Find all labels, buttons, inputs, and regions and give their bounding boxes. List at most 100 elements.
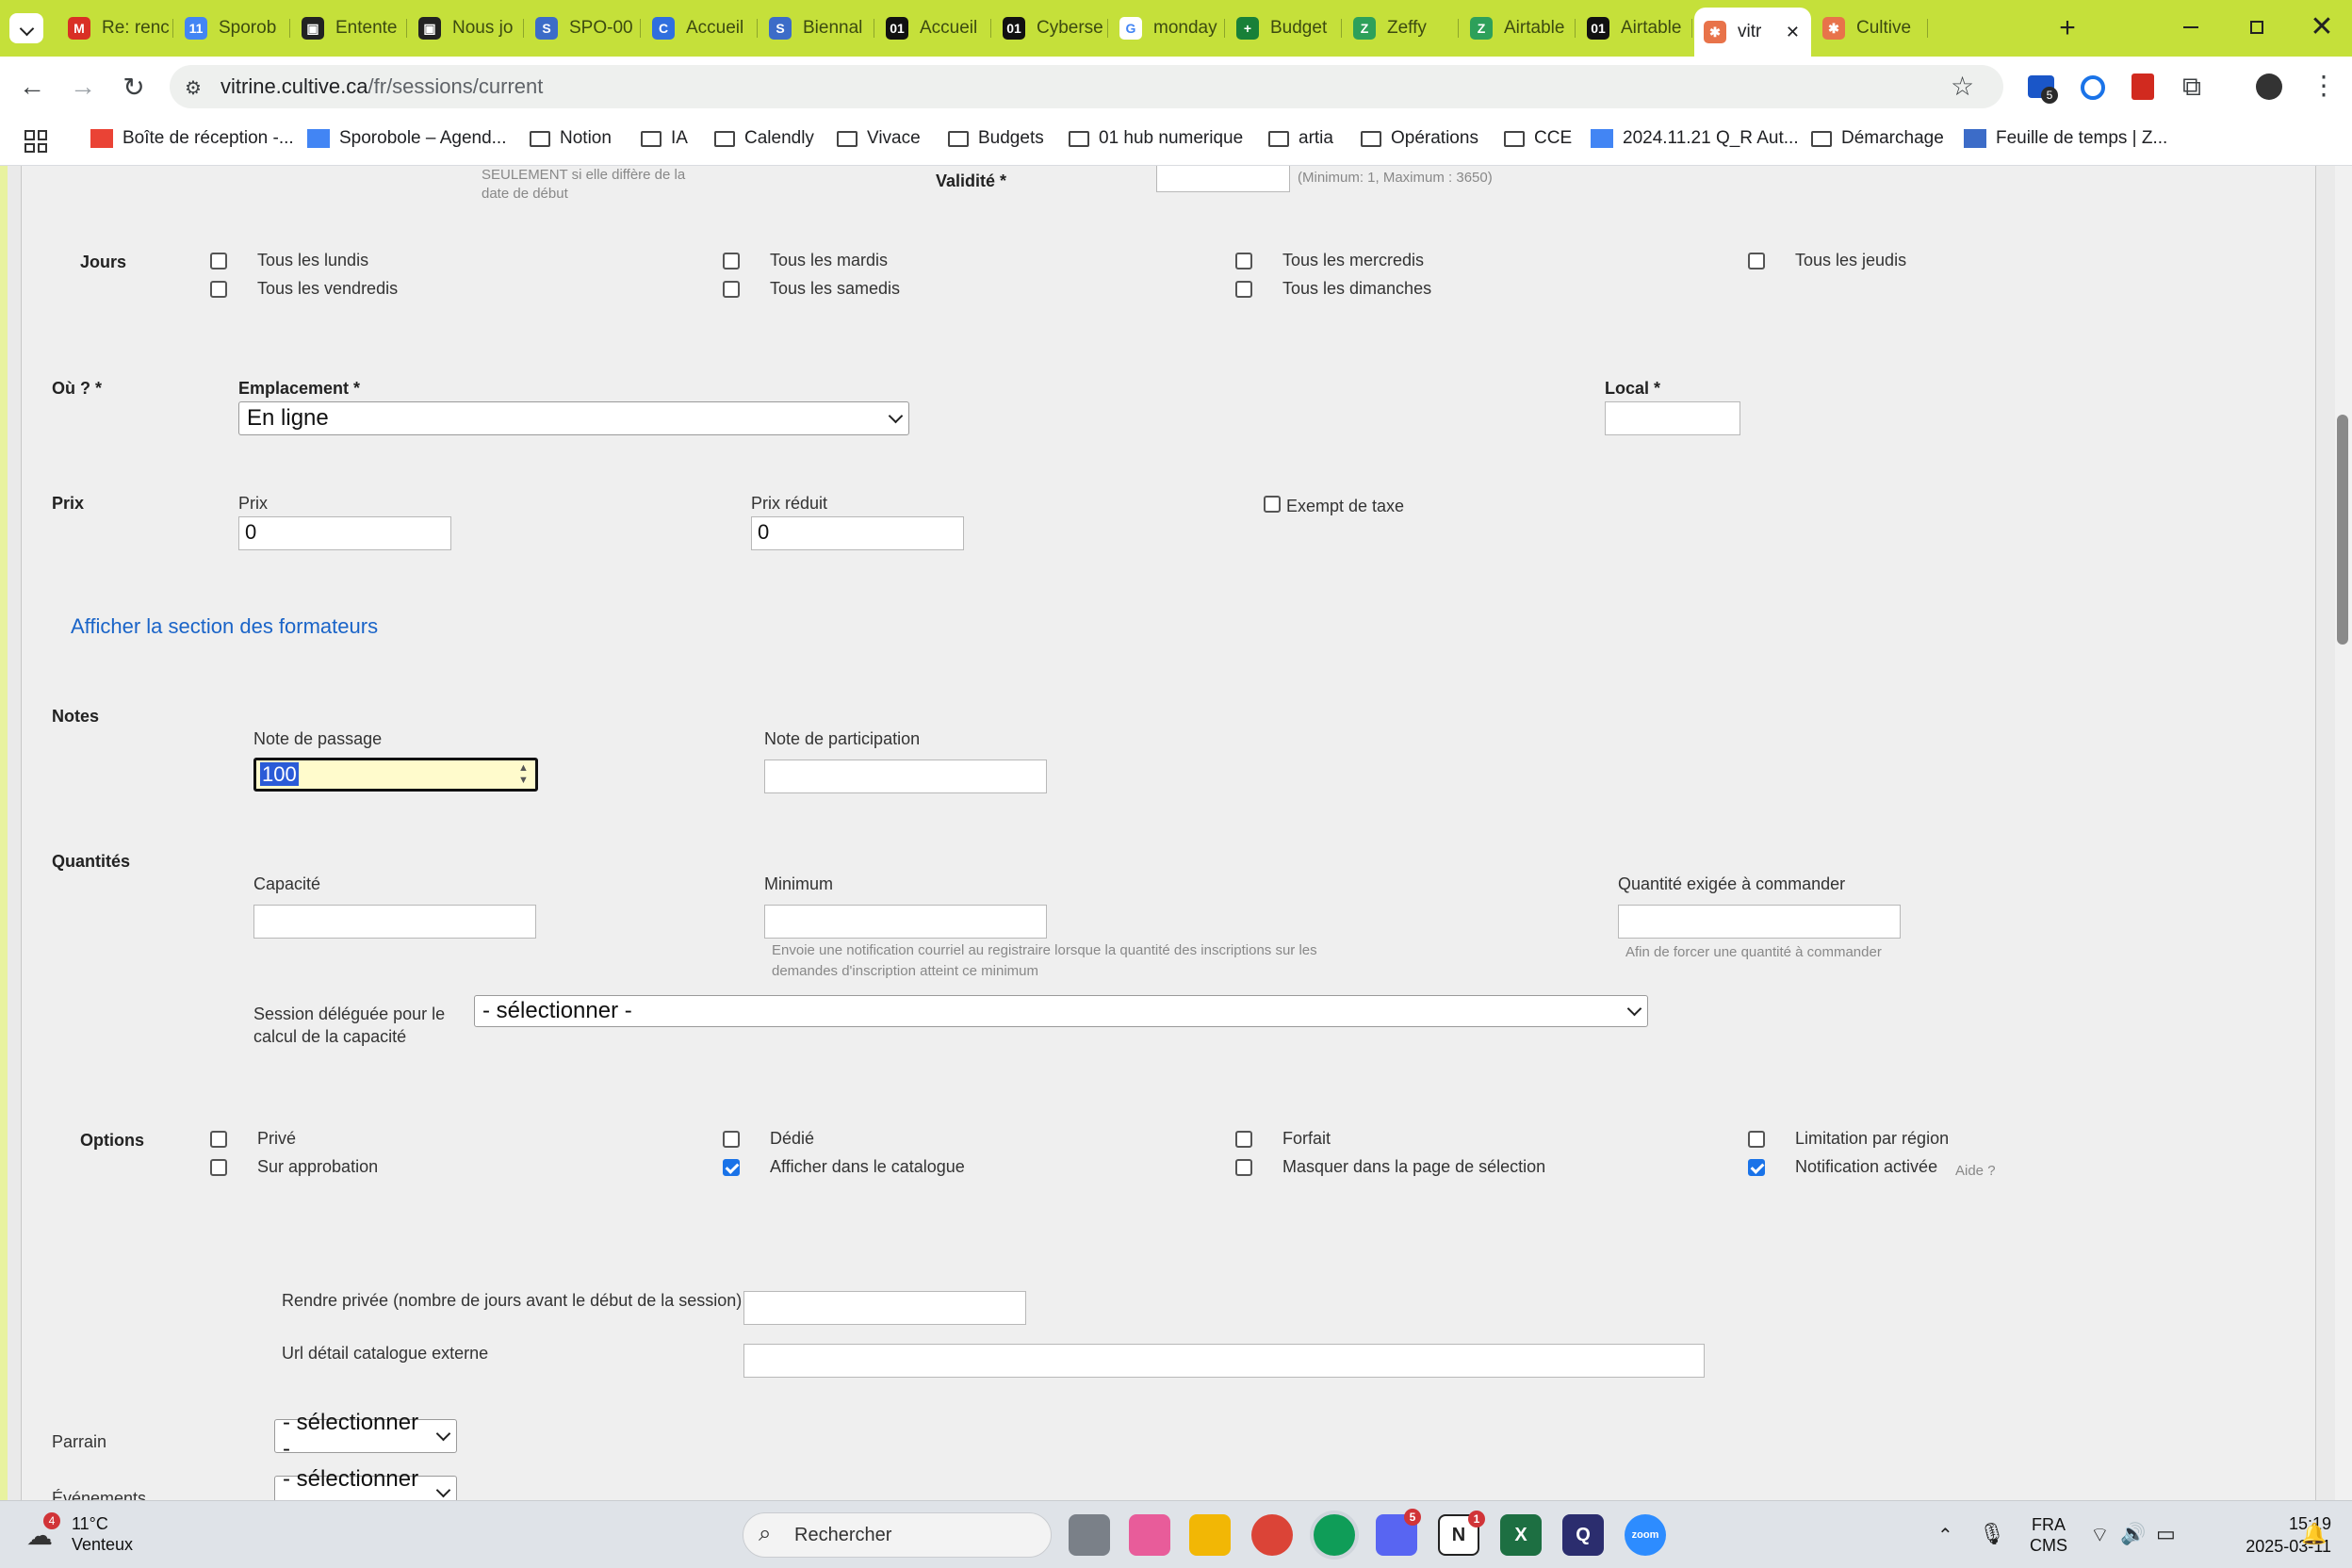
address-bar[interactable]: ⚙ vitrine.cultive.ca/fr/sessions/current… [170, 65, 2003, 108]
note-passage-input[interactable]: 100 ▲ ▼ [253, 758, 538, 792]
extension-tab-manager-icon[interactable]: 5 [2028, 75, 2058, 104]
bookmark-item[interactable]: 01 hub numerique [1069, 128, 1243, 149]
notion-icon[interactable]: N 1 [1438, 1511, 1485, 1556]
bookmark-item[interactable]: IA [641, 128, 688, 149]
browser-tab[interactable]: Z Zeffy [1344, 9, 1459, 47]
jour-checkbox[interactable] [210, 253, 227, 270]
prix-input[interactable]: 0 [238, 516, 451, 550]
bookmark-item[interactable]: Feuille de temps | Z... [1964, 128, 2167, 149]
option-checkbox[interactable] [723, 1159, 740, 1176]
option-checkbox[interactable] [1748, 1159, 1765, 1176]
browser-tab[interactable]: C Accueil [643, 9, 758, 47]
jour-checkbox[interactable] [210, 281, 227, 298]
jour-checkbox[interactable] [1235, 253, 1252, 270]
evenements-select[interactable]: - sélectionner - [274, 1466, 457, 1500]
browser-tab[interactable]: S Biennal [760, 9, 874, 47]
bookmark-item[interactable]: CCE [1504, 128, 1572, 149]
browser-tab[interactable]: Gmonday [1110, 9, 1225, 47]
spinner-arrows-icon[interactable]: ▲ ▼ [518, 762, 529, 787]
chrome-icon[interactable] [1251, 1514, 1293, 1556]
tab-search-button[interactable] [9, 13, 43, 43]
option-checkbox[interactable] [1235, 1131, 1252, 1148]
volume-icon[interactable]: 🔊 [2120, 1522, 2146, 1546]
jour-checkbox[interactable] [1235, 281, 1252, 298]
quantite-exigee-input[interactable] [1618, 905, 1901, 939]
browser-tab[interactable]: ▣ Entente [292, 9, 407, 47]
aide-link[interactable]: Aide ? [1955, 1163, 1996, 1179]
browser-tab[interactable]: ▣ Nous jo [409, 9, 524, 47]
taskbar-search[interactable]: ⌕ Rechercher [743, 1512, 1052, 1558]
url-text[interactable]: vitrine.cultive.ca/fr/sessions/current [220, 74, 543, 99]
start-button[interactable] [686, 1514, 727, 1556]
browser-tab[interactable]: M Re: renc [58, 9, 173, 47]
bookmark-item[interactable]: Opérations [1361, 128, 1478, 149]
close-tab-icon[interactable]: ✕ [1786, 23, 1800, 42]
rendre-privee-input[interactable] [743, 1291, 1026, 1325]
pdf-extension-icon[interactable] [2132, 74, 2154, 100]
minimize-button[interactable] [2177, 13, 2205, 41]
browser-tab[interactable]: + Budget [1227, 9, 1342, 47]
input-language[interactable]: FRA CMS [2030, 1514, 2067, 1556]
jour-checkbox[interactable] [723, 253, 740, 270]
note-participation-input[interactable] [764, 760, 1047, 793]
bookmark-item[interactable]: Boîte de réception -... [90, 128, 294, 149]
jour-checkbox[interactable] [1748, 253, 1765, 270]
chrome-profile-icon[interactable] [1314, 1514, 1355, 1556]
option-checkbox[interactable] [210, 1131, 227, 1148]
option-checkbox[interactable] [1748, 1131, 1765, 1148]
notifications-icon[interactable]: 🔔 [2301, 1522, 2327, 1546]
browser-tab[interactable]: ✱ Cultive [1813, 9, 1928, 47]
extensions-puzzle-icon[interactable]: ⧉ [2182, 72, 2201, 103]
close-window-button[interactable]: ✕ [2305, 9, 2339, 43]
capacite-input[interactable] [253, 905, 536, 939]
local-input[interactable] [1605, 401, 1740, 435]
browser-tab[interactable]: Z Airtable [1461, 9, 1576, 47]
browser-tab[interactable]: 01 Cyberse [993, 9, 1108, 47]
page-scrollbar[interactable] [2335, 166, 2352, 1500]
parrain-select[interactable]: - sélectionner - [274, 1410, 457, 1462]
weather-widget[interactable]: ☁ 4 11°C Venteux [21, 1512, 153, 1558]
option-checkbox[interactable] [210, 1159, 227, 1176]
copilot-icon[interactable] [1129, 1514, 1170, 1556]
prix-reduit-input[interactable]: 0 [751, 516, 964, 550]
jour-checkbox[interactable] [723, 281, 740, 298]
validite-input[interactable] [1156, 166, 1290, 192]
task-view-icon[interactable] [1069, 1514, 1110, 1556]
browser-tab[interactable]: S SPO-00 [526, 9, 641, 47]
session-deleguee-select[interactable]: - sélectionner - [474, 995, 1648, 1027]
battery-icon[interactable]: ▭ [2156, 1522, 2176, 1546]
excel-icon[interactable]: X [1500, 1514, 1542, 1556]
show-hidden-icons[interactable]: ⌃ [1937, 1524, 1953, 1547]
bookmark-item[interactable]: Démarchage [1811, 128, 1944, 149]
bookmark-item[interactable]: Notion [530, 128, 612, 149]
bookmark-item[interactable]: Calendly [714, 128, 814, 149]
extension-circle-icon[interactable] [2081, 75, 2105, 100]
app-q-icon[interactable]: Q [1562, 1514, 1604, 1556]
browser-tab[interactable]: 01 Airtable [1577, 9, 1692, 47]
new-tab-button[interactable]: + [2050, 9, 2084, 47]
minimum-input[interactable] [764, 905, 1047, 939]
wifi-icon[interactable]: ⌔ [2090, 1522, 2110, 1548]
emplacement-select[interactable]: En ligne [238, 401, 909, 435]
formateurs-link[interactable]: Afficher la section des formateurs [71, 614, 378, 639]
browser-tab[interactable]: 11 Sporob [175, 9, 290, 47]
apps-grid-icon[interactable] [24, 130, 47, 153]
bookmark-item[interactable]: Vivace [837, 128, 921, 149]
browser-tab[interactable]: ✱ vitr ✕ [1694, 8, 1811, 57]
profile-avatar[interactable] [2256, 74, 2282, 100]
url-externe-input[interactable] [743, 1344, 1705, 1378]
option-checkbox[interactable] [723, 1131, 740, 1148]
site-info-icon[interactable]: ⚙ [185, 76, 202, 100]
option-checkbox[interactable] [1235, 1159, 1252, 1176]
file-explorer-icon[interactable] [1189, 1514, 1231, 1556]
bookmark-star-icon[interactable]: ☆ [1951, 71, 1974, 102]
forward-button[interactable]: → [66, 70, 100, 104]
bookmark-item[interactable]: artia [1268, 128, 1333, 149]
back-button[interactable]: ← [15, 70, 49, 104]
mic-icon[interactable]: 🎙 [1979, 1522, 2005, 1546]
bookmark-item[interactable]: 2024.11.21 Q_R Aut... [1591, 128, 1799, 149]
browser-tab[interactable]: 01 Accueil [876, 9, 991, 47]
discord-icon[interactable]: 5 [1376, 1509, 1421, 1556]
scrollbar-thumb[interactable] [2337, 415, 2348, 645]
reload-button[interactable]: ↻ [117, 70, 151, 104]
